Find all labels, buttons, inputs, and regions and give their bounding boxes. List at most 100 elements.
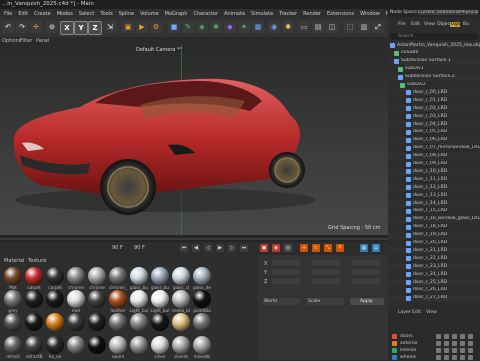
material-swatch[interactable] bbox=[193, 267, 211, 285]
om-menu-view[interactable]: View bbox=[424, 22, 435, 27]
material-swatch[interactable] bbox=[172, 313, 190, 331]
object-row[interactable]: door_r_19_LRD bbox=[388, 231, 480, 239]
object-row[interactable]: door_r_00_LRD bbox=[388, 89, 480, 97]
material-swatch[interactable] bbox=[151, 313, 169, 331]
material-swatch[interactable] bbox=[46, 290, 64, 308]
om-menu-file[interactable]: File bbox=[398, 22, 406, 27]
subdivision-icon[interactable]: ◈ bbox=[196, 21, 208, 33]
object-row[interactable]: door_r_23_LRD bbox=[388, 263, 480, 271]
menu-item-simulate[interactable]: Simulate bbox=[251, 11, 273, 17]
object-row[interactable]: door_r_09_LRD bbox=[388, 160, 480, 168]
material-swatch[interactable] bbox=[172, 267, 190, 285]
viewport-menu-filter[interactable]: Filter bbox=[20, 38, 32, 44]
object-row[interactable]: subDiv2 bbox=[388, 81, 480, 89]
key-position-icon[interactable]: ✛ bbox=[300, 244, 308, 252]
scale-z-field[interactable] bbox=[352, 278, 380, 284]
grid-icon[interactable]: ▤ bbox=[312, 21, 324, 33]
layer-toggle-icon[interactable] bbox=[452, 341, 457, 346]
play-icon[interactable]: ▶ bbox=[216, 244, 224, 252]
rot-x-field[interactable] bbox=[312, 260, 340, 266]
layer-toggle-icon[interactable] bbox=[468, 348, 473, 353]
object-row[interactable]: door_r_10_LRD bbox=[388, 168, 480, 176]
play-back-icon[interactable]: ◁ bbox=[204, 244, 212, 252]
axis-z-button[interactable]: Z bbox=[88, 21, 102, 35]
layer-toggle-icon[interactable] bbox=[436, 334, 441, 339]
object-row[interactable]: door_r_01_LRD bbox=[388, 97, 480, 105]
layer-toggle-icon[interactable] bbox=[468, 341, 473, 346]
object-row[interactable]: door_r_06_LRD bbox=[388, 136, 480, 144]
viewport-menu-panel[interactable]: Panel bbox=[36, 38, 50, 44]
menu-item-render[interactable]: Render bbox=[303, 11, 321, 17]
layer-menu-view[interactable]: View bbox=[426, 310, 437, 315]
material-swatch[interactable] bbox=[67, 290, 85, 308]
coord-system-icon[interactable]: ⇲ bbox=[104, 21, 116, 33]
layer-toggle-icon[interactable] bbox=[460, 355, 465, 360]
material-swatch[interactable] bbox=[130, 313, 148, 331]
record-icon[interactable]: ● bbox=[260, 244, 268, 252]
material-swatch[interactable] bbox=[130, 336, 148, 354]
object-search-input[interactable]: Search bbox=[390, 33, 478, 40]
object-row[interactable]: door_r_15_LRD bbox=[388, 207, 480, 215]
layer-toggle-icon[interactable] bbox=[436, 341, 441, 346]
material-swatch[interactable] bbox=[25, 313, 43, 331]
object-row[interactable]: AstonMartin_Vanquish_2025_low.obj bbox=[388, 42, 480, 49]
coord-x-field[interactable] bbox=[272, 260, 300, 266]
layer-row[interactable]: exterior bbox=[388, 340, 480, 347]
material-swatch[interactable] bbox=[88, 313, 106, 331]
frame-start-field[interactable]: 90 F bbox=[112, 245, 123, 251]
dope-sheet-icon[interactable]: ▤ bbox=[372, 244, 380, 252]
menu-item-spline[interactable]: Spline bbox=[119, 11, 134, 17]
material-swatch[interactable] bbox=[67, 313, 85, 331]
material-swatch[interactable] bbox=[172, 290, 190, 308]
node-space-dropdown[interactable]: Current (Standard/Physical) bbox=[418, 10, 478, 15]
layer-toggle-icon[interactable] bbox=[468, 334, 473, 339]
material-swatch[interactable] bbox=[193, 313, 211, 331]
snap-icon[interactable]: ◫ bbox=[326, 21, 338, 33]
menu-item-select[interactable]: Select bbox=[79, 11, 94, 17]
layer-toggle-icon[interactable] bbox=[460, 341, 465, 346]
menu-item-edit[interactable]: Edit bbox=[18, 11, 28, 17]
object-row[interactable]: door_r_05_LRD bbox=[388, 128, 480, 136]
scale-x-field[interactable] bbox=[352, 260, 380, 266]
scale-y-field[interactable] bbox=[352, 269, 380, 275]
object-row[interactable]: door_r_12_LRD bbox=[388, 184, 480, 192]
object-row[interactable]: Subdivision Surface.1 bbox=[388, 57, 480, 65]
material-swatch[interactable] bbox=[25, 336, 43, 354]
menu-item-window[interactable]: Window bbox=[360, 11, 380, 17]
layer-toggle-icon[interactable] bbox=[452, 355, 457, 360]
material-swatch[interactable] bbox=[46, 267, 64, 285]
material-swatch[interactable] bbox=[4, 290, 22, 308]
material-swatch[interactable] bbox=[4, 336, 22, 354]
menu-item-extensions[interactable]: Extensions bbox=[327, 11, 354, 17]
material-swatch[interactable] bbox=[25, 267, 43, 285]
material-swatch[interactable] bbox=[46, 313, 64, 331]
goto-end-icon[interactable]: ⏭ bbox=[240, 244, 248, 252]
material-swatch[interactable] bbox=[46, 336, 64, 354]
layer-toggle-icon[interactable] bbox=[444, 348, 449, 353]
rot-y-field[interactable] bbox=[312, 269, 340, 275]
menu-item-mograph[interactable]: MoGraph bbox=[165, 11, 188, 17]
material-swatch[interactable] bbox=[151, 267, 169, 285]
layer-toggle-icon[interactable] bbox=[444, 355, 449, 360]
object-row[interactable]: door_r_24_LRD bbox=[388, 271, 480, 279]
material-swatch[interactable] bbox=[151, 290, 169, 308]
material-swatch[interactable] bbox=[67, 267, 85, 285]
material-swatch[interactable] bbox=[67, 336, 85, 354]
menu-item-volume[interactable]: Volume bbox=[140, 11, 159, 17]
material-menu-material[interactable]: Material bbox=[4, 258, 24, 264]
object-row[interactable]: door_r_03_LRD bbox=[388, 113, 480, 121]
render-view-icon[interactable]: ▶ bbox=[136, 21, 148, 33]
key-scale-icon[interactable]: ⤡ bbox=[324, 244, 332, 252]
object-row[interactable]: Subdivision Surface.2 bbox=[388, 73, 480, 81]
frame-end-field[interactable]: 90 F bbox=[134, 245, 145, 251]
perspective-icon[interactable]: ⬚ bbox=[344, 21, 356, 33]
menu-item-character[interactable]: Character bbox=[193, 11, 218, 17]
object-row[interactable]: door_r_22_LRD bbox=[388, 255, 480, 263]
apply-button[interactable]: Apply bbox=[350, 298, 384, 305]
object-row[interactable]: door_r_14_LRD bbox=[388, 200, 480, 207]
render-region-icon[interactable]: ▣ bbox=[122, 21, 134, 33]
goto-start-icon[interactable]: ⏮ bbox=[180, 244, 188, 252]
key-rotation-icon[interactable]: ↻ bbox=[312, 244, 320, 252]
object-row[interactable]: noSub0 bbox=[388, 49, 480, 57]
next-key-icon[interactable]: ▷ bbox=[228, 244, 236, 252]
